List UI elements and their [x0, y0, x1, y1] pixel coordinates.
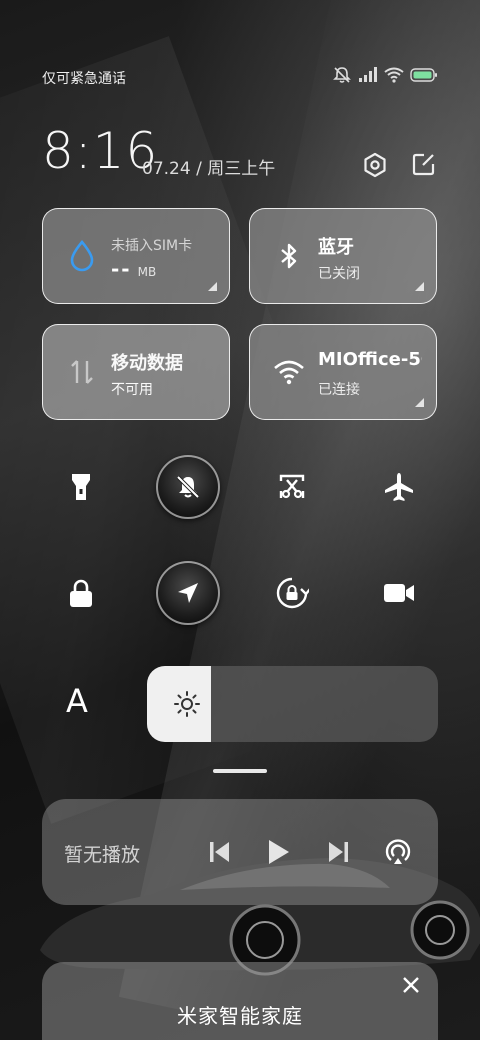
- flashlight-icon: [72, 474, 90, 500]
- battery-icon: [410, 68, 437, 82]
- mobile-data-status: 不可用: [111, 382, 153, 398]
- wlan-status: 已连接: [318, 382, 360, 398]
- bluetooth-tile[interactable]: 蓝牙 已关闭: [249, 208, 437, 304]
- wlan-tile[interactable]: MIOffice-5G 已连接: [249, 324, 437, 420]
- bluetooth-icon: [281, 243, 297, 269]
- wifi-status-icon: [384, 67, 404, 83]
- edit-icon[interactable]: [412, 152, 436, 176]
- water-drop-icon: [70, 239, 94, 272]
- location-toggle[interactable]: [156, 561, 220, 625]
- panel-drag-handle[interactable]: [213, 769, 267, 773]
- mute-icon: [333, 67, 351, 83]
- sim-status-label: 未插入SIM卡: [111, 238, 193, 254]
- bluetooth-label: 蓝牙: [318, 237, 354, 258]
- data-usage-unit: MB: [137, 265, 157, 279]
- status-bar: 仅可紧急通话: [42, 66, 438, 88]
- settings-icon[interactable]: [362, 152, 388, 178]
- video-camera-icon: [384, 584, 414, 602]
- media-status-label: 暂无播放: [64, 844, 141, 866]
- screen-record-toggle[interactable]: [367, 561, 431, 625]
- previous-icon[interactable]: [205, 837, 235, 867]
- rotation-lock-toggle[interactable]: [260, 561, 324, 625]
- sun-icon: [174, 691, 200, 717]
- expand-corner-icon: [415, 398, 424, 407]
- scissors-icon: [279, 474, 305, 499]
- sim-usage: -- MB: [111, 257, 156, 281]
- lock-toggle[interactable]: [49, 561, 113, 625]
- mobile-data-label: 移动数据: [111, 353, 183, 374]
- location-arrow-icon: [178, 583, 198, 603]
- bell-off-icon: [176, 475, 200, 499]
- sim-data-tile[interactable]: 未插入SIM卡 -- MB: [42, 208, 230, 304]
- data-usage-value: --: [111, 257, 132, 281]
- airplane-toggle[interactable]: [367, 455, 431, 519]
- flashlight-toggle[interactable]: [49, 455, 113, 519]
- wlan-network-name: MIOffice-5G: [318, 349, 422, 370]
- auto-brightness-button[interactable]: A: [66, 682, 88, 720]
- header: 8:16 07.24 / 周三上午: [42, 122, 438, 182]
- data-arrows-icon: [71, 360, 93, 384]
- brightness-slider[interactable]: [147, 666, 438, 742]
- rotation-lock-icon: [276, 577, 309, 609]
- cast-icon[interactable]: [383, 837, 413, 867]
- play-icon[interactable]: [263, 837, 293, 867]
- mobile-data-tile[interactable]: 移动数据 不可用: [42, 324, 230, 420]
- airplane-icon: [385, 473, 413, 501]
- date-text: 07.24 / 周三上午: [142, 159, 276, 179]
- wifi-icon: [274, 360, 304, 385]
- next-icon[interactable]: [323, 837, 353, 867]
- clock: 8:16: [42, 122, 159, 180]
- screenshot-toggle[interactable]: [260, 455, 324, 519]
- mute-toggle[interactable]: [156, 455, 220, 519]
- media-player-card[interactable]: 暂无播放: [42, 799, 438, 905]
- lock-icon: [70, 579, 92, 607]
- mi-home-card[interactable]: 米家智能家庭: [42, 962, 438, 1040]
- mi-home-title: 米家智能家庭: [177, 1004, 303, 1028]
- bluetooth-status: 已关闭: [318, 266, 360, 282]
- signal-icon: [359, 67, 377, 82]
- expand-corner-icon: [415, 282, 424, 291]
- close-icon[interactable]: [400, 974, 422, 996]
- carrier-text: 仅可紧急通话: [42, 71, 126, 87]
- expand-corner-icon: [208, 282, 217, 291]
